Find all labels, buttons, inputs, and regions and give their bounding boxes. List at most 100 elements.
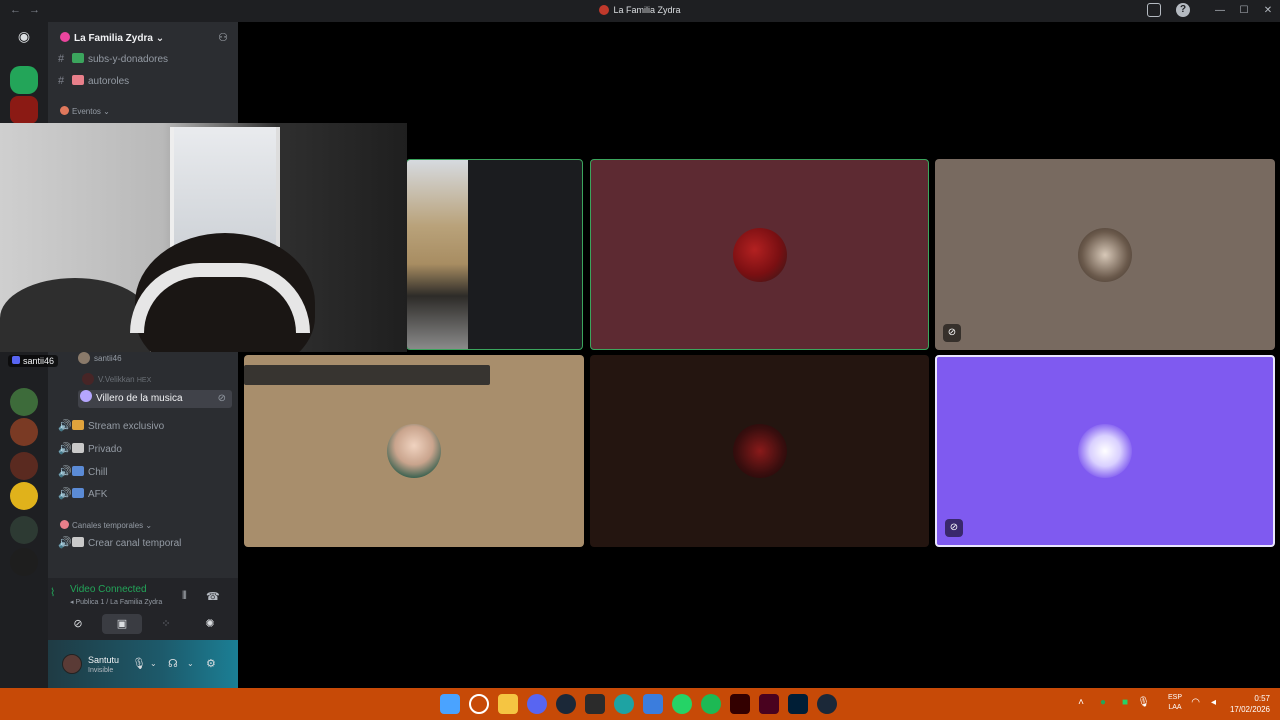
clock-date: 17/02/2026 <box>1229 705 1270 714</box>
avatar[interactable] <box>62 654 82 674</box>
illustrator-icon[interactable] <box>730 694 750 714</box>
server-icon-5[interactable] <box>10 516 38 544</box>
spotify-icon[interactable] <box>701 694 721 714</box>
server-icon-6[interactable] <box>10 548 38 576</box>
hash-icon: # <box>58 75 65 87</box>
voice-member[interactable]: santii46 <box>78 352 122 364</box>
steam-icon-2[interactable] <box>817 694 837 714</box>
user-name[interactable]: Santutu <box>88 655 119 665</box>
avatar <box>82 373 94 385</box>
channel-sidebar: La Familia Zydra ⌄ ⚇ # subs-y-donadores #… <box>48 22 238 688</box>
discord-home-icon[interactable]: ◉ <box>10 28 38 48</box>
whatsapp-icon[interactable] <box>672 694 692 714</box>
category-label: Eventos <box>72 107 101 116</box>
activities-button[interactable]: ⁘ <box>146 614 186 634</box>
close-button[interactable]: ✕ <box>1256 0 1280 22</box>
chevron-down-icon[interactable]: ⌄ <box>150 659 157 668</box>
voice-channel-chill[interactable]: 🔊 Chill <box>58 463 107 481</box>
video-feed <box>170 127 280 247</box>
avatar <box>387 424 441 478</box>
file-explorer-icon[interactable] <box>498 694 518 714</box>
server-icon-3[interactable] <box>10 452 38 480</box>
category-canales-temporales[interactable]: Canales temporales ⌄ <box>60 520 152 530</box>
voice-channel-afk[interactable]: 🔊 AFK <box>58 485 107 503</box>
category-emoji-icon <box>60 520 69 529</box>
voice-channel-path[interactable]: ◂ Publica 1 / La Familia Zydra <box>70 598 162 606</box>
gear-icon[interactable]: ⚙ <box>206 657 216 670</box>
wifi-icon[interactable]: ◠ <box>1191 697 1200 708</box>
discord-icon[interactable] <box>527 694 547 714</box>
channel-autoroles[interactable]: # autoroles <box>58 72 129 90</box>
video-tile-kitchen[interactable] <box>406 159 583 350</box>
channel-name: Privado <box>88 444 122 455</box>
video-tile-user-5[interactable] <box>590 355 929 547</box>
indesign-icon[interactable] <box>759 694 779 714</box>
signal-icon[interactable]: ⌇ <box>50 586 55 599</box>
voice-channel-crear-canal-temporal[interactable]: 🔊 Crear canal temporal <box>58 534 181 552</box>
server-icon-red[interactable] <box>10 96 38 124</box>
windows-start-icon[interactable] <box>440 694 460 714</box>
headphones-icon[interactable]: ☊ <box>168 657 178 670</box>
steam-icon[interactable] <box>556 694 576 714</box>
voice-channel-privado[interactable]: 🔊 Privado <box>58 440 122 458</box>
language-indicator[interactable]: ESP LAA <box>1168 693 1182 713</box>
channel-name: AFK <box>88 489 108 500</box>
server-icon-2[interactable] <box>10 418 38 446</box>
video-tile-music-bot[interactable]: ⊘ <box>935 355 1275 547</box>
windows-taskbar: ˄ ● ■ 🎙 ESP LAA ◠ ◂ 0:57 17/02/2026 <box>0 688 1280 720</box>
volume-icon[interactable]: ◂ <box>1211 697 1216 708</box>
clock[interactable]: 0:57 17/02/2026 <box>1230 693 1270 715</box>
inbox-icon[interactable] <box>1147 3 1161 17</box>
soundboard-button[interactable]: ✺ <box>190 614 230 634</box>
microphone-icon[interactable]: 🎙 <box>132 657 146 670</box>
chevron-down-icon[interactable]: ⌄ <box>187 659 194 668</box>
video-tile-user-3[interactable]: ⊘ <box>935 159 1275 350</box>
server-icon-green[interactable] <box>10 66 38 94</box>
camera-off-button[interactable]: ⊘ <box>58 614 98 634</box>
member-name: V.Velikkan <box>98 375 135 384</box>
edge-icon[interactable] <box>614 694 634 714</box>
screen-share-button[interactable]: ▣ <box>102 614 142 634</box>
guild-icon <box>60 32 70 42</box>
window-title: La Familia Zydra <box>0 5 1280 15</box>
category-label: Canales temporales <box>72 521 144 530</box>
maximize-button[interactable]: ☐ <box>1232 0 1256 22</box>
title-bar: ←→ La Familia Zydra ? — ☐ ✕ <box>0 0 1280 22</box>
self-name-text: santii46 <box>23 356 55 366</box>
speaker-icon: 🔊 <box>58 443 72 455</box>
disconnect-icon[interactable]: ☎ <box>206 590 220 603</box>
tray-app-icon-2[interactable]: ■ <box>1122 697 1128 708</box>
tray-app-icon[interactable]: ● <box>1100 697 1106 708</box>
epic-games-icon[interactable] <box>585 694 605 714</box>
app-icon[interactable] <box>643 694 663 714</box>
avatar <box>1078 424 1132 478</box>
channel-emoji-icon <box>72 443 84 453</box>
member-name: santii46 <box>94 354 122 363</box>
server-icon-1[interactable] <box>10 388 38 416</box>
photoshop-icon[interactable] <box>788 694 808 714</box>
noise-suppression-icon[interactable]: ⦀ <box>182 590 187 603</box>
category-eventos[interactable]: Eventos ⌄ <box>60 106 110 116</box>
channel-emoji-icon <box>72 75 84 85</box>
voice-channel-villero[interactable]: Villero de la musica ⊘ <box>78 390 232 408</box>
speaker-icon: 🔊 <box>58 537 72 549</box>
keyboard-layout: LAA <box>1168 704 1182 711</box>
video-tile-spiderman[interactable] <box>590 159 929 350</box>
minimize-button[interactable]: — <box>1208 0 1232 22</box>
video-stage: ⊘ ⊘ <box>238 22 1280 688</box>
video-tile-user-4[interactable] <box>244 355 584 547</box>
person-add-icon[interactable]: ⚇ <box>218 31 228 44</box>
help-icon[interactable]: ? <box>1176 3 1190 17</box>
chevron-up-icon[interactable]: ˄ <box>1078 697 1084 708</box>
channel-emoji-icon <box>72 53 84 63</box>
search-icon[interactable] <box>469 694 489 714</box>
voice-member[interactable]: V.Velikkan HEX <box>82 373 151 385</box>
avatar <box>1078 227 1132 282</box>
taskbar-apps <box>440 694 846 714</box>
microphone-tray-icon[interactable]: 🎙 <box>1137 697 1150 708</box>
voice-channel-stream-exclusivo[interactable]: 🔊 Stream exclusivo <box>58 417 164 435</box>
self-camera-preview[interactable] <box>0 123 407 352</box>
server-icon-4[interactable] <box>10 482 38 510</box>
voice-status[interactable]: Video Connected <box>70 584 147 595</box>
channel-subs-y-donadores[interactable]: # subs-y-donadores <box>58 50 168 68</box>
